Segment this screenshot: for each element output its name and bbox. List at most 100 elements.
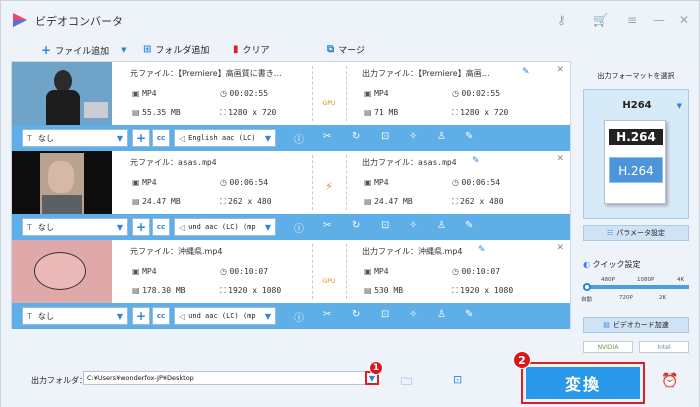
export-folder-icon[interactable]: ⊡: [453, 373, 462, 386]
info-icon[interactable]: ⓘ: [294, 131, 304, 146]
subtitle-select[interactable]: T なし ▼: [22, 129, 128, 147]
text-icon: T: [27, 133, 32, 143]
alarm-clock-icon[interactable]: ⏰: [661, 373, 678, 389]
rotate-icon[interactable]: ↻: [352, 220, 360, 231]
add-subtitle-button[interactable]: +: [132, 307, 150, 325]
subtitle-select[interactable]: T なし ▼: [22, 307, 128, 325]
remove-item-icon[interactable]: ✕: [556, 65, 564, 75]
remove-item-icon[interactable]: ✕: [556, 243, 564, 253]
convert-button[interactable]: 変換: [521, 362, 645, 404]
effects-icon[interactable]: ✧: [409, 309, 417, 320]
cc-button[interactable]: cc: [152, 307, 170, 325]
info-icon[interactable]: ⓘ: [294, 220, 304, 235]
format-icon: ▣: [364, 178, 375, 187]
gpu-icon: GPU: [322, 278, 336, 285]
app-title: ビデオコンバータ: [35, 15, 123, 28]
add-subtitle-button[interactable]: +: [132, 218, 150, 236]
format-icon: ▣: [364, 267, 375, 276]
cut-icon[interactable]: ✂: [323, 309, 331, 320]
audio-track-select[interactable]: ◁ und aac (LC) (mp ▼: [174, 218, 276, 236]
quality-480p-label: 480P: [601, 277, 615, 283]
gpu-acceleration-button[interactable]: ▤ ビデオカード加速: [583, 317, 689, 333]
effects-icon[interactable]: ✧: [409, 131, 417, 142]
video-thumbnail[interactable]: [12, 151, 112, 214]
resolution-icon: ⛶: [220, 108, 229, 117]
info-icon[interactable]: ⓘ: [294, 309, 304, 324]
parameter-settings-button[interactable]: ☷ パラメータ設定: [583, 225, 689, 241]
close-window-icon[interactable]: ✕: [679, 13, 689, 27]
nvidia-badge: NVIDIA: [583, 341, 633, 353]
resolution-icon: ⛶: [220, 197, 229, 206]
file-size-icon: ▤: [364, 197, 375, 206]
clear-button[interactable]: ▮ クリア: [233, 43, 270, 56]
output-folder-path[interactable]: C:¥Users¥wonderfox-JP¥Desktop: [83, 371, 373, 385]
minimize-icon[interactable]: —: [653, 13, 665, 27]
edit-name-icon[interactable]: ✎: [478, 245, 486, 255]
divider: [346, 244, 347, 299]
format-name: H264: [622, 100, 652, 111]
remove-item-icon[interactable]: ✕: [556, 154, 564, 164]
edit-name-icon[interactable]: ✎: [522, 67, 530, 77]
resolution-icon: ⛶: [220, 286, 229, 295]
watermark-icon[interactable]: ♙: [437, 309, 446, 320]
add-subtitle-button[interactable]: +: [132, 129, 150, 147]
output-info: 出力ファイル：【Premiere】高画… ✎ ▣ MP4 ◷ 00:02:55 …: [362, 67, 530, 117]
key-icon[interactable]: ⚷: [557, 13, 566, 27]
watermark-icon[interactable]: ♙: [437, 131, 446, 142]
chevron-down-icon: ▼: [116, 312, 123, 321]
cut-icon[interactable]: ✂: [323, 220, 331, 231]
quality-slider[interactable]: [583, 285, 689, 289]
divider: [346, 155, 347, 210]
chevron-down-icon: ▼: [116, 223, 123, 232]
crop-icon[interactable]: ⊡: [381, 220, 389, 231]
slider-handle[interactable]: [583, 283, 591, 291]
add-folder-button[interactable]: ⊞ フォルダ追加: [143, 43, 209, 56]
app-window: ビデオコンバータ ⚷ 🛒 ≡ — ✕ + ファイル追加 ▼ ⊞ フォルダ追加 ▮ クリア…: [0, 0, 700, 407]
audio-track-select[interactable]: ◁ und aac (LC) (mp ▼: [174, 307, 276, 325]
toolbar: + ファイル追加 ▼ ⊞ フォルダ追加 ▮ クリア ⧉ マージ: [11, 39, 571, 61]
text-icon: T: [27, 222, 32, 232]
dropdown-arrow-icon[interactable]: ▼: [121, 46, 126, 54]
crop-icon[interactable]: ⊡: [381, 309, 389, 320]
cut-icon[interactable]: ✂: [323, 131, 331, 142]
merge-icon: ⧉: [327, 44, 335, 55]
crop-icon[interactable]: ⊡: [381, 131, 389, 142]
format-disc-icon: H.264 H.264: [604, 120, 666, 204]
video-thumbnail[interactable]: [12, 62, 112, 125]
effects-icon[interactable]: ✧: [409, 220, 417, 231]
rotate-icon[interactable]: ↻: [352, 309, 360, 320]
edit-name-icon[interactable]: ✎: [472, 156, 480, 166]
source-info: 元ファイル：【Premiere】高画質に書き… ▣ MP4 ◷ 00:02:55…: [130, 69, 282, 117]
list-item: 元ファイル：沖縄県.mp4 ▣ MP4 ◷ 00:10:07 ▤ 178.30 …: [12, 240, 570, 329]
edit-icon[interactable]: ✎: [465, 309, 473, 320]
output-filename: 沖縄県.mp4: [418, 247, 463, 256]
cc-button[interactable]: cc: [152, 218, 170, 236]
format-icon: ▣: [132, 267, 143, 276]
subtitle-select[interactable]: T なし ▼: [22, 218, 128, 236]
edit-icon[interactable]: ✎: [465, 220, 473, 231]
file-size-icon: ▤: [132, 197, 143, 206]
clock-icon: ◷: [220, 89, 230, 98]
step-badge-2: 2: [513, 351, 531, 369]
menu-icon[interactable]: ≡: [627, 13, 637, 27]
cc-button[interactable]: cc: [152, 129, 170, 147]
cart-icon[interactable]: 🛒: [593, 13, 608, 27]
chevron-down-icon: ▼: [264, 223, 271, 232]
video-thumbnail[interactable]: [12, 240, 112, 303]
rotate-icon[interactable]: ↻: [352, 131, 360, 142]
merge-button[interactable]: ⧉ マージ: [327, 43, 365, 56]
list-item: 元ファイル：asas.mp4 ▣ MP4 ◷ 00:06:54 ▤ 24.47 …: [12, 151, 570, 240]
quality-720p-label: 720P: [619, 295, 633, 301]
lightning-icon: ⚡: [325, 180, 333, 193]
step-badge-1: 1: [369, 361, 383, 375]
edit-icon[interactable]: ✎: [465, 131, 473, 142]
quality-4k-label: 4K: [677, 277, 685, 283]
source-info: 元ファイル：沖縄県.mp4 ▣ MP4 ◷ 00:10:07 ▤ 178.30 …: [130, 247, 282, 295]
open-folder-icon[interactable]: 🗀: [401, 373, 412, 392]
format-selector[interactable]: H264 ▼ H.264 H.264: [583, 89, 689, 219]
file-size-icon: ▤: [132, 286, 143, 295]
watermark-icon[interactable]: ♙: [437, 220, 446, 231]
audio-track-select[interactable]: ◁ English aac (LC) ▼: [174, 129, 276, 147]
add-file-button[interactable]: + ファイル追加 ▼: [41, 43, 126, 57]
source-filename: 【Premiere】高画質に書き…: [178, 69, 282, 78]
